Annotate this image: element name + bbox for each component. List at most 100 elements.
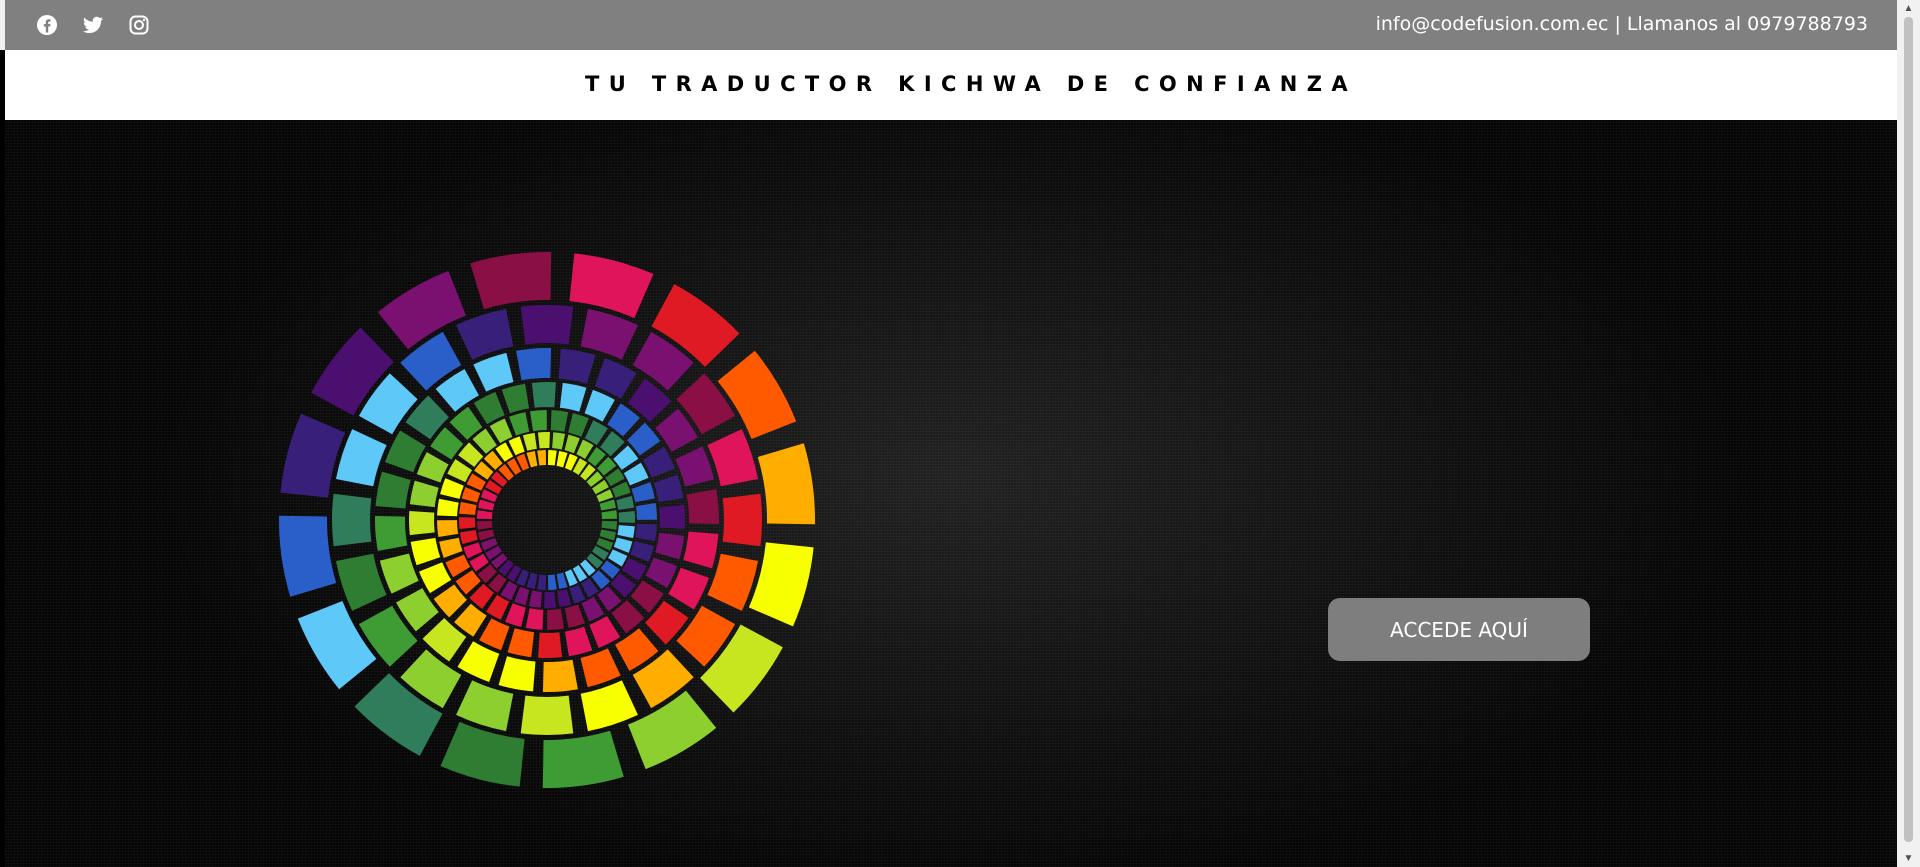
logo-segment <box>568 413 589 437</box>
access-button[interactable]: ACCEDE AQUÍ <box>1328 598 1590 661</box>
logo-segment <box>410 537 441 566</box>
logo-segment <box>552 432 566 450</box>
logo-segment <box>580 680 638 732</box>
logo-segment <box>463 542 483 559</box>
logo-segment <box>335 553 387 611</box>
instagram-icon[interactable] <box>127 13 151 37</box>
logo-segment <box>594 358 637 399</box>
logo-segment <box>544 591 557 608</box>
logo-segment <box>601 510 617 520</box>
logo-segment <box>477 520 493 530</box>
logo-segment <box>717 350 797 440</box>
logo-segment <box>385 430 426 473</box>
logo-segment <box>470 252 552 310</box>
hero-section: ACCEDE AQUÍ <box>5 120 1897 867</box>
logo-segment <box>419 562 452 594</box>
contact-info: info@codefusion.com.ec | Llamanos al 097… <box>1375 13 1868 35</box>
logo-segment <box>478 499 495 511</box>
logo-segment <box>514 586 530 606</box>
logo-segment <box>508 436 525 456</box>
logo-segment <box>509 412 530 436</box>
logo-segment <box>437 520 459 537</box>
scrollbar-thumb[interactable] <box>1904 17 1913 842</box>
logo-segment <box>459 517 476 530</box>
logo-segment <box>537 432 550 449</box>
logo-segment <box>618 510 635 523</box>
logo-segment <box>456 308 514 360</box>
brand-bar: TU TRADUCTOR KICHWA DE CONFIANZA <box>5 50 1897 120</box>
logo-segment <box>569 584 586 604</box>
logo-segment <box>547 574 557 590</box>
logo-segment <box>668 567 709 610</box>
logo-segment <box>707 429 759 487</box>
logo-segment <box>580 648 621 688</box>
logo-segment <box>437 498 459 517</box>
logo-segment <box>525 608 544 630</box>
logo-segment <box>459 501 477 515</box>
logo-segment <box>655 532 685 560</box>
logo-segment <box>542 730 624 788</box>
logo-segment <box>642 446 675 478</box>
logo-segment <box>280 413 346 498</box>
logo-segment <box>279 515 337 597</box>
twitter-icon[interactable] <box>81 13 105 37</box>
logo-segment <box>580 308 638 360</box>
logo-segment <box>675 446 715 487</box>
logo-segment <box>559 382 587 412</box>
logo-segment <box>526 572 538 589</box>
logo-segment <box>538 632 563 658</box>
logo-segment <box>520 695 574 735</box>
logo-segment <box>409 480 439 508</box>
logo-segment <box>473 352 514 392</box>
logo-segment <box>440 478 464 499</box>
logo-segment <box>473 392 505 425</box>
logo-segment <box>530 410 547 432</box>
logo-segment <box>439 537 463 558</box>
logo-segment <box>623 462 649 486</box>
logo-segment <box>599 529 616 541</box>
logo-segment <box>489 418 513 444</box>
logo-segment <box>564 604 585 628</box>
logo-segment <box>748 542 814 627</box>
logo-segment <box>531 382 556 408</box>
logo-segment <box>461 487 481 503</box>
logo-segment <box>635 523 657 542</box>
logo-segment <box>722 493 762 547</box>
facebook-icon[interactable] <box>35 13 59 37</box>
logo-segment <box>556 572 568 589</box>
logo-segment <box>522 432 537 451</box>
logo-segment <box>516 348 552 381</box>
page-title: TU TRADUCTOR KICHWA DE CONFIANZA <box>584 72 1358 96</box>
logo-segment <box>542 659 578 692</box>
logo-segment <box>501 383 530 414</box>
logo-segment <box>611 481 631 498</box>
logo-segment <box>498 656 536 692</box>
logo-segment <box>335 429 387 487</box>
logo-segment <box>528 590 542 608</box>
logo-segment <box>440 721 525 787</box>
logo-segment <box>416 452 449 483</box>
logo-segment <box>478 529 495 541</box>
logo-segment <box>507 628 535 658</box>
logo-segment <box>757 443 815 525</box>
logo-segment <box>581 596 605 622</box>
logo-segment <box>550 410 569 432</box>
logo-segment <box>457 641 500 682</box>
logo-segment <box>557 589 572 608</box>
chevron-down-icon[interactable]: ▼ <box>1897 850 1920 867</box>
logo-segment <box>547 608 564 630</box>
logo-segment <box>616 495 635 510</box>
logo-segment <box>505 603 526 627</box>
logo-segment <box>537 574 547 590</box>
top-bar: info@codefusion.com.ec | Llamanos al 097… <box>0 0 1897 50</box>
logo-segment <box>537 450 547 466</box>
logo-segment <box>297 600 377 690</box>
logo-segment <box>556 451 568 468</box>
scrollbar[interactable]: ▲ ▼ <box>1897 0 1920 867</box>
logo-segment <box>683 531 719 569</box>
logo-segment <box>459 530 478 545</box>
logo-segment <box>456 680 514 732</box>
logo-segment <box>631 482 655 503</box>
chevron-up-icon[interactable]: ▲ <box>1897 0 1920 17</box>
logo-segment <box>635 503 657 520</box>
